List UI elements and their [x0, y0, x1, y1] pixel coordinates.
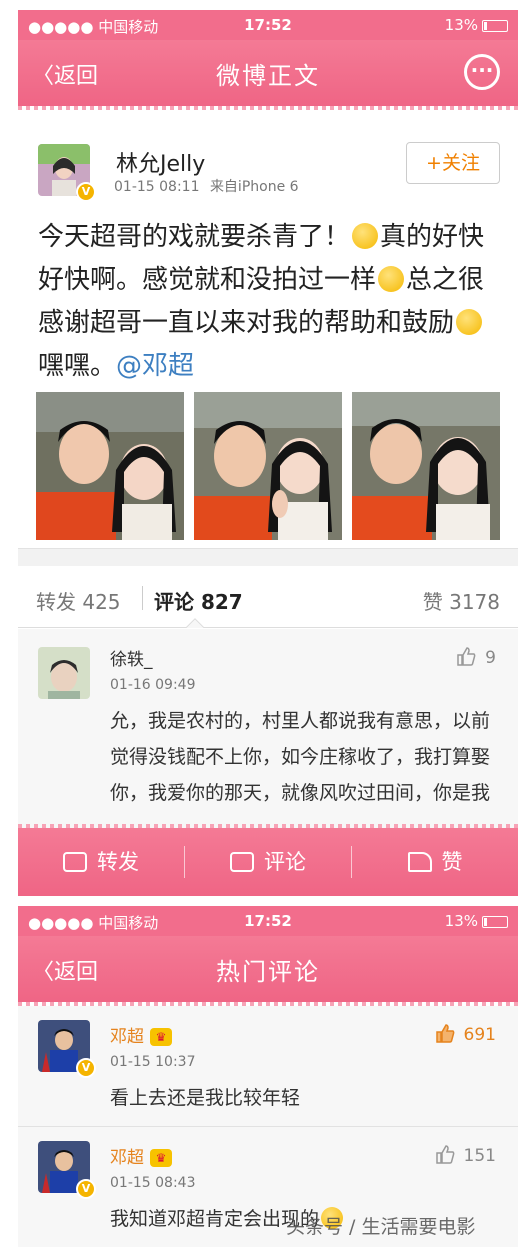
tab-comment[interactable]: 评论 827	[154, 586, 243, 615]
like-button[interactable]: 赞	[352, 828, 518, 896]
battery-percent: 13%	[444, 16, 478, 34]
like-count: 151	[463, 1146, 496, 1166]
status-bar: ●●●●● 中国移动 17:52 13%	[18, 10, 518, 40]
post-text-part: 今天超哥的戏就要杀青了！	[38, 222, 351, 252]
comment-time: 01-15 08:43	[110, 1175, 196, 1191]
action-bar: 转发 评论 赞	[18, 824, 518, 896]
battery-icon	[482, 915, 508, 928]
comment-item: 徐轶_ 01-16 09:49 9 允，我是农村的，村里人都说我有意思，以前觉得…	[18, 629, 518, 829]
tab-divider	[142, 586, 143, 610]
follow-button[interactable]: +关注	[406, 142, 500, 184]
comment-label: 评论	[264, 850, 306, 874]
page-title: 微博正文	[216, 62, 320, 90]
commenter-name-text: 邓超	[110, 1027, 144, 1047]
battery-indicator: 13%	[445, 16, 508, 34]
share-icon	[63, 852, 87, 872]
crown-icon: ♛	[150, 1149, 172, 1167]
tab-like[interactable]: 赞 3178	[423, 586, 500, 615]
section-divider	[18, 548, 518, 566]
post-text-part: 嘿嘿。	[38, 351, 117, 381]
weibo-post: V 林允Jelly 01-15 08:11 来自iPhone 6 +关注 今天超…	[18, 138, 518, 548]
author-name[interactable]: 林允Jelly	[116, 146, 205, 178]
thumbs-up-icon	[407, 852, 432, 872]
like-count: 691	[463, 1025, 496, 1045]
emoji-cry-icon	[352, 223, 379, 249]
page-title: 热门评论	[216, 958, 320, 986]
post-photo[interactable]	[36, 392, 184, 540]
tab-repost[interactable]: 转发 425	[36, 586, 121, 615]
post-source: 来自iPhone 6	[209, 179, 299, 195]
comment-button[interactable]: 评论	[185, 828, 351, 896]
post-photo[interactable]	[194, 392, 342, 540]
post-time: 01-15 08:11	[114, 179, 200, 195]
verified-badge-icon: V	[76, 1179, 96, 1199]
post-stats-tabs: 转发 425 评论 827 赞 3178	[18, 566, 518, 628]
commenter-name[interactable]: 邓超 ♛	[110, 1022, 172, 1047]
commenter-avatar[interactable]	[38, 647, 90, 699]
emoji-smile-icon	[456, 309, 483, 335]
thumbs-up-icon	[457, 647, 476, 666]
watermark: 头条号 / 生活需要电影	[286, 1216, 476, 1238]
verified-badge-icon: V	[76, 182, 96, 202]
hot-comment-item: V 邓超 ♛ 01-15 10:37 691 看上去还是我比较年轻	[18, 1006, 518, 1126]
verified-badge-icon: V	[76, 1058, 96, 1078]
post-meta: 01-15 08:11 来自iPhone 6	[114, 176, 299, 196]
comment-text: 看上去还是我比较年轻	[110, 1087, 301, 1109]
clock: 17:52	[244, 16, 292, 34]
thumbs-up-icon	[435, 1024, 454, 1043]
like-label: 赞	[441, 850, 463, 874]
comment-icon	[230, 852, 254, 872]
post-photo[interactable]	[352, 392, 500, 540]
commenter-name[interactable]: 邓超 ♛	[110, 1143, 172, 1168]
comment-time: 01-16 09:49	[110, 677, 196, 693]
battery-percent: 13%	[444, 912, 478, 930]
nav-bar-2: 〈返回 热门评论	[18, 936, 518, 1006]
nav-bar: 〈返回 微博正文 ···	[18, 40, 518, 110]
mention-link[interactable]: @邓超	[116, 351, 194, 381]
crown-icon: ♛	[150, 1028, 172, 1046]
comment-like-button[interactable]: 151	[434, 1143, 496, 1166]
comment-time: 01-15 10:37	[110, 1054, 196, 1070]
repost-label: 转发	[97, 850, 139, 874]
like-count: 9	[485, 648, 496, 668]
emoji-think-icon	[378, 266, 405, 292]
active-tab-indicator	[186, 618, 204, 628]
post-text: 今天超哥的戏就要杀青了！ 真的好快好快啊。感觉就和没拍过一样 总之很感谢超哥一直以来…	[38, 216, 504, 388]
thumbs-up-icon	[435, 1145, 454, 1164]
repost-button[interactable]: 转发	[18, 828, 184, 896]
status-bar-2: ●●●●● 中国移动 17:52 13%	[18, 906, 518, 936]
comment-like-button[interactable]: 9	[455, 645, 496, 668]
commenter-name[interactable]: 徐轶_	[110, 645, 153, 670]
clock: 17:52	[244, 912, 292, 930]
comment-text: 允，我是农村的，村里人都说我有意思，以前觉得没钱配不上你，如今庄稼收了，我打算娶…	[110, 710, 491, 804]
commenter-name-text: 邓超	[110, 1148, 144, 1168]
more-options-icon[interactable]: ···	[464, 54, 500, 90]
comment-like-button[interactable]: 691	[434, 1022, 496, 1045]
battery-indicator: 13%	[445, 912, 508, 930]
battery-icon	[482, 19, 508, 32]
